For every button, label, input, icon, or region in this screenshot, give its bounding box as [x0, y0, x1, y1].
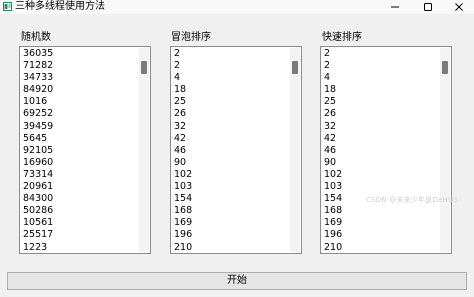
list-item[interactable]: 50286	[23, 205, 53, 217]
list-items: 2 2 4 18 25 26 32 42 46 90 102 103 154 168 169 196 210	[324, 48, 342, 254]
list-item[interactable]: 16960	[23, 157, 53, 169]
list-item[interactable]: 210	[174, 242, 192, 254]
bubble-sort-label: 冒泡排序	[171, 32, 211, 43]
list-item[interactable]: 32	[174, 121, 192, 133]
list-item[interactable]: 84920	[23, 84, 53, 96]
list-item[interactable]: 102	[174, 169, 192, 181]
list-item[interactable]: 39459	[23, 121, 53, 133]
window-title: 三种多线程使用方法	[15, 1, 105, 12]
minimize-icon	[391, 6, 399, 8]
minimize-button[interactable]	[380, 0, 410, 14]
list-item[interactable]: 26	[324, 108, 342, 120]
list-item[interactable]: 196	[324, 229, 342, 241]
scrollbar-thumb[interactable]	[141, 61, 147, 74]
list-item[interactable]: 36035	[23, 48, 53, 60]
list-item[interactable]: 92105	[23, 145, 53, 157]
scrollbar-thumb[interactable]	[442, 61, 448, 74]
list-item[interactable]: 34733	[23, 72, 53, 84]
watermark: CSDN @未来少年是DeHUS	[366, 196, 458, 204]
quick-sort-label: 快速排序	[322, 32, 362, 43]
list-item[interactable]: 71282	[23, 60, 53, 72]
list-item[interactable]: 73314	[23, 169, 53, 181]
list-item[interactable]: 154	[174, 193, 192, 205]
list-item[interactable]: 90	[324, 157, 342, 169]
list-item[interactable]: 2	[324, 48, 342, 60]
maximize-button[interactable]	[413, 0, 443, 14]
list-item[interactable]: 2	[174, 60, 192, 72]
random-numbers-list[interactable]: 36035 71282 34733 84920 1016 69252 39459 5645 92…	[19, 46, 151, 254]
list-item[interactable]: 20961	[23, 181, 53, 193]
close-icon	[455, 3, 463, 11]
close-button[interactable]	[444, 0, 474, 14]
list-item[interactable]: 10561	[23, 217, 53, 229]
list-item[interactable]: 5645	[23, 133, 53, 145]
list-item[interactable]: 4	[324, 72, 342, 84]
list-item[interactable]: 103	[324, 181, 342, 193]
scrollbar-thumb[interactable]	[292, 61, 298, 74]
list-item[interactable]: 42	[174, 133, 192, 145]
list-item[interactable]: 25	[324, 96, 342, 108]
list-item[interactable]: 169	[324, 217, 342, 229]
list-item[interactable]: 168	[324, 205, 342, 217]
list-item[interactable]: 2	[174, 48, 192, 60]
list-item[interactable]: 25517	[23, 229, 53, 241]
list-items: 2 2 4 18 25 26 32 42 46 90 102 103 154 168 169 196 210	[174, 48, 192, 254]
maximize-icon	[424, 3, 432, 11]
list-item[interactable]: 18	[324, 84, 342, 96]
quick-sort-list[interactable]: 2 2 4 18 25 26 32 42 46 90 102 103 154 168 169 196 210	[320, 46, 452, 254]
list-item[interactable]: 46	[174, 145, 192, 157]
scrollbar[interactable]	[139, 48, 149, 252]
list-item[interactable]: 84300	[23, 193, 53, 205]
list-items: 36035 71282 34733 84920 1016 69252 39459 5645 92…	[23, 48, 53, 254]
list-item[interactable]: 1016	[23, 96, 53, 108]
list-item[interactable]: 42	[324, 133, 342, 145]
bubble-sort-list[interactable]: 2 2 4 18 25 26 32 42 46 90 102 103 154 168 169 196 210	[170, 46, 302, 254]
list-item[interactable]: 26	[174, 108, 192, 120]
list-item[interactable]: 69252	[23, 108, 53, 120]
list-item[interactable]: 90	[174, 157, 192, 169]
list-item[interactable]: 18	[174, 84, 192, 96]
list-item[interactable]: 1223	[23, 242, 53, 254]
list-item[interactable]: 210	[324, 242, 342, 254]
list-item[interactable]: 196	[174, 229, 192, 241]
list-item[interactable]: 4	[174, 72, 192, 84]
scrollbar[interactable]	[290, 48, 300, 252]
start-button[interactable]: 开始	[7, 272, 467, 290]
list-item[interactable]: 169	[174, 217, 192, 229]
list-item[interactable]: 2	[324, 60, 342, 72]
list-item[interactable]: 25	[174, 96, 192, 108]
list-item[interactable]: 46	[324, 145, 342, 157]
random-numbers-label: 随机数	[21, 32, 51, 43]
scrollbar[interactable]	[440, 48, 450, 252]
app-icon	[3, 2, 12, 11]
title-bar[interactable]: 三种多线程使用方法	[0, 0, 474, 14]
list-item[interactable]: 154	[324, 193, 342, 205]
list-item[interactable]: 103	[174, 181, 192, 193]
list-item[interactable]: 32	[324, 121, 342, 133]
list-item[interactable]: 168	[174, 205, 192, 217]
list-item[interactable]: 102	[324, 169, 342, 181]
